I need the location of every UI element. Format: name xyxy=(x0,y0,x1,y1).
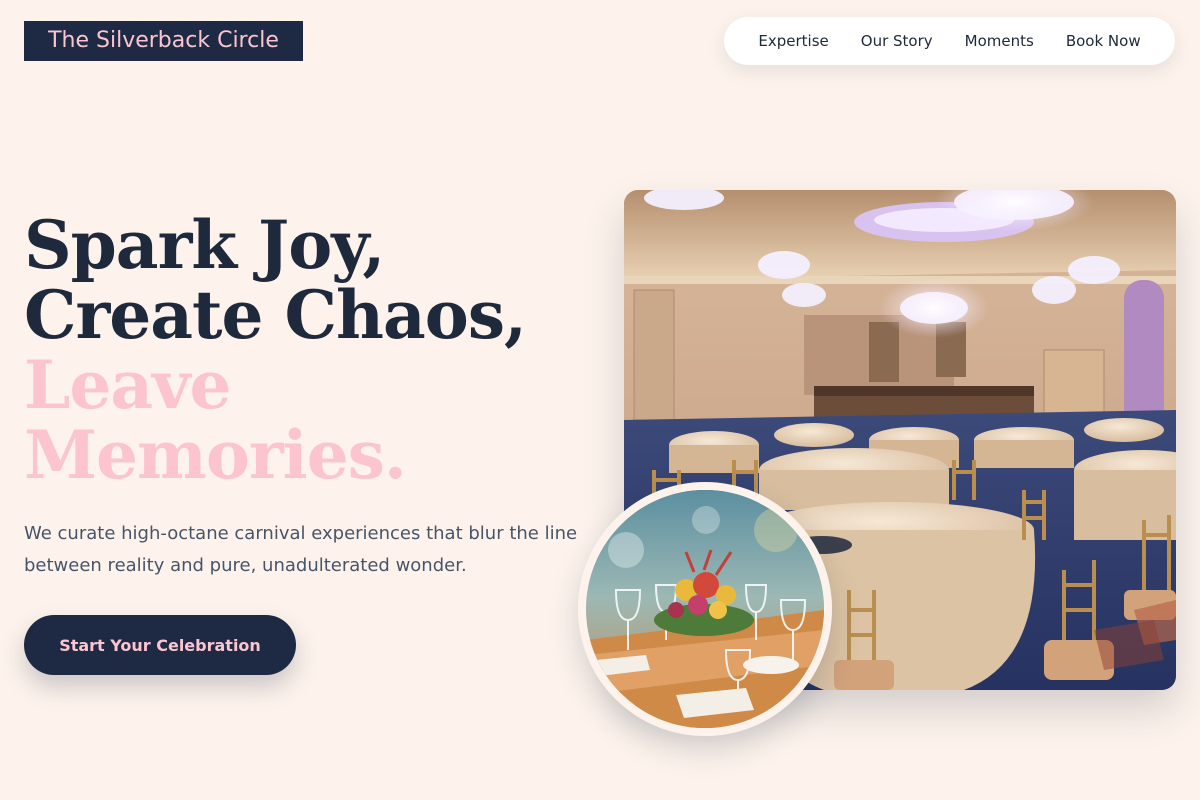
headline-line-3: Leave xyxy=(24,346,232,424)
headline-line-4: Memories. xyxy=(24,416,407,494)
start-celebration-button[interactable]: Start Your Celebration xyxy=(24,615,296,675)
nav-link-our-story[interactable]: Our Story xyxy=(861,32,933,50)
nav-link-moments[interactable]: Moments xyxy=(965,32,1034,50)
table-setting-photo xyxy=(578,482,832,736)
main-nav: Expertise Our Story Moments Book Now xyxy=(724,17,1175,65)
nav-link-book-now[interactable]: Book Now xyxy=(1066,32,1141,50)
brand-logo[interactable]: The Silverback Circle xyxy=(24,21,303,61)
headline-line-1: Spark Joy, xyxy=(24,206,385,284)
hero-subtitle: We curate high-octane carnival experienc… xyxy=(24,523,578,576)
nav-link-expertise[interactable]: Expertise xyxy=(758,32,828,50)
headline-line-2: Create Chaos, xyxy=(24,276,527,354)
hero-headline: Spark Joy, Create Chaos, Leave Memories. xyxy=(24,206,527,494)
